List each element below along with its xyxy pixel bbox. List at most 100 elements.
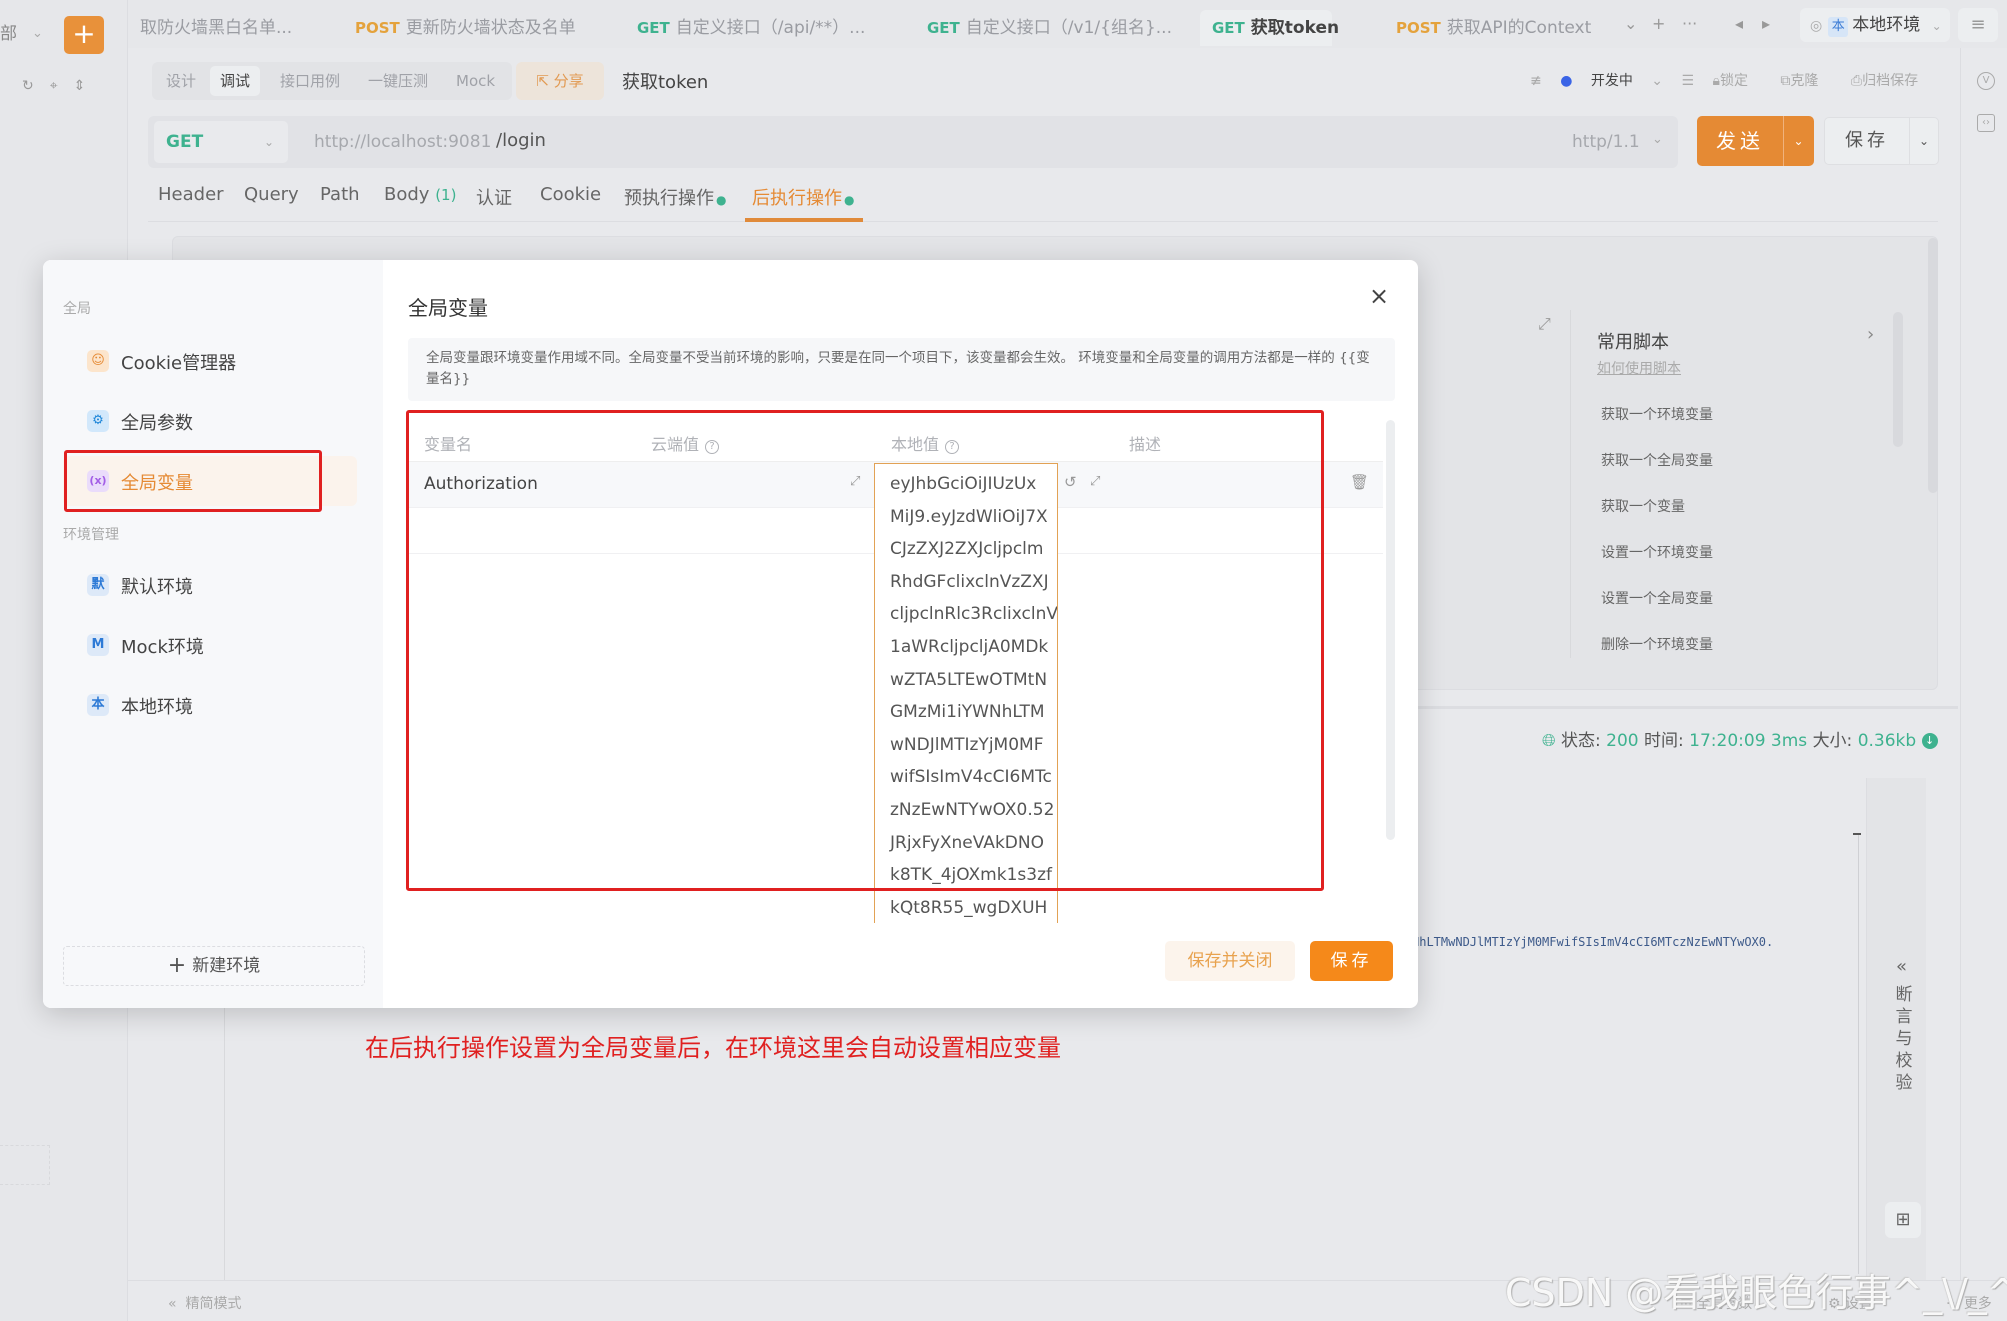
tab-item[interactable]: GET 自定义接口（/api/**）... xyxy=(625,10,877,46)
scripts-scrollbar[interactable] xyxy=(1893,312,1903,447)
more-icon[interactable]: ··· xyxy=(1682,14,1697,33)
refresh-icon[interactable]: ↻ xyxy=(22,78,50,94)
tab-case[interactable]: 接口用例 xyxy=(270,66,350,96)
method-select[interactable]: GET ⌄ xyxy=(154,121,288,163)
tab-auth[interactable]: 认证 xyxy=(476,184,512,210)
tab-query[interactable]: Query xyxy=(244,184,299,205)
chevron-down-icon: ⌄ xyxy=(1652,132,1663,147)
send-button[interactable]: 发送 ⌄ xyxy=(1697,116,1814,166)
tab-post-script[interactable]: 后执行操作 ● xyxy=(752,184,854,210)
mode-tabs: 设计 调试 接口用例 一键压测 Mock xyxy=(152,62,512,100)
save-request-button[interactable]: 保存 ⌄ xyxy=(1824,117,1939,165)
tab-body[interactable]: Body (1) xyxy=(384,184,456,205)
format-icon[interactable]: ☰ xyxy=(1682,73,1695,89)
expand-icon[interactable]: ⤢ xyxy=(1538,314,1551,334)
tab-item[interactable]: POST 更新防火墙状态及名单 xyxy=(343,10,588,46)
global-params-icon: ⚙ xyxy=(87,410,109,432)
edit-icon[interactable]: ≢ xyxy=(1530,73,1542,89)
code-icon[interactable]: ‹› xyxy=(1977,114,1995,132)
watermark: CSDN @看我眼色行事^_\/_^ xyxy=(1505,1271,2007,1315)
script-item[interactable]: 删除一个环境变量 xyxy=(1601,634,1713,654)
share-button[interactable]: ⇱ 分享 xyxy=(516,62,604,100)
new-tab-icon[interactable]: + xyxy=(1652,14,1665,33)
tab-item[interactable]: 取防火墙黑白名单... xyxy=(128,10,304,46)
chevron-down-icon[interactable]: ⌄ xyxy=(1909,118,1939,164)
download-icon[interactable]: ↓ xyxy=(1921,733,1938,749)
clone-button[interactable]: ⧉克隆 xyxy=(1780,73,1832,89)
sidebar-item-mock-env[interactable]: M Mock环境 xyxy=(63,620,357,670)
tabs-dropdown-icon[interactable]: ⌄ xyxy=(1624,14,1637,33)
script-item[interactable]: 获取一个环境变量 xyxy=(1601,404,1713,424)
script-item[interactable]: 设置一个环境变量 xyxy=(1601,542,1713,562)
status-dot: ● xyxy=(1560,73,1573,89)
env-icon: M xyxy=(87,634,109,656)
new-environment-button[interactable]: + 新建环境 xyxy=(63,946,365,986)
project-dropdown[interactable]: 部 ⌄ xyxy=(0,16,48,52)
panel-scrollbar[interactable] xyxy=(1928,238,1938,493)
sidebar-item-cookie-manager[interactable]: ☺ Cookie管理器 xyxy=(63,336,357,386)
tab-item[interactable]: POST 获取API的Context xyxy=(1384,10,1603,46)
sidebar-item-local-env[interactable]: 本 本地环境 xyxy=(63,680,357,730)
divider xyxy=(224,1000,225,1280)
version-icon[interactable]: V xyxy=(1977,72,1995,90)
url-path-input[interactable]: /login xyxy=(496,130,546,151)
add-button[interactable]: + xyxy=(64,16,104,54)
script-item[interactable]: 获取一个变量 xyxy=(1601,496,1685,516)
script-item[interactable]: 设置一个全局变量 xyxy=(1601,588,1713,608)
save-and-close-button[interactable]: 保存并关闭 xyxy=(1165,941,1295,981)
expand-icon[interactable]: ⇕ xyxy=(74,78,102,94)
divider-handle[interactable] xyxy=(1853,833,1861,835)
sidebar-item-global-params[interactable]: ⚙ 全局参数 xyxy=(63,396,357,446)
menu-icon[interactable]: ≡ xyxy=(1958,8,1998,42)
chevron-down-icon: ⌄ xyxy=(1931,19,1942,33)
how-to-use-link[interactable]: 如何使用脚本 xyxy=(1597,358,1681,378)
locate-icon[interactable]: ⌖ xyxy=(50,78,74,94)
response-body-snippet: NhLTMwNDJlMTIzYjM0MFwifSIsImV4cCI6MTczNz… xyxy=(1412,935,1774,949)
status-dot: ● xyxy=(716,193,727,207)
collapse-icon[interactable]: « xyxy=(1896,956,1907,977)
next-tab-icon[interactable]: ▸ xyxy=(1762,14,1770,33)
save-button[interactable]: 保存 xyxy=(1310,941,1393,981)
tab-bar: 取防火墙黑白名单... POST 更新防火墙状态及名单 GET 自定义接口（/api… xyxy=(128,0,2007,48)
endpoint-toolbar: ≢ ● 开发中 ⌄ ☰ 🔒︎锁定 ⧉克隆 ⎙归档保存 xyxy=(1530,70,1946,90)
dialog-title: 全局变量 xyxy=(408,296,488,320)
globe-icon: 🌐︎ xyxy=(1542,731,1556,751)
tab-stress[interactable]: 一键压测 xyxy=(358,66,438,96)
layout-icon[interactable]: ⊞ xyxy=(1885,1202,1921,1238)
chevron-right-icon[interactable]: › xyxy=(1867,324,1874,345)
annotation-text: 在后执行操作设置为全局变量后，在环境这里会自动设置相应变量 xyxy=(365,1034,1061,1062)
dialog-sidebar: 全局 ☺ Cookie管理器 ⚙ 全局参数 (x) 全局变量 环境管理 默 默认… xyxy=(43,260,383,1008)
assertion-label[interactable]: 断言与校验 xyxy=(1894,984,1914,1094)
protocol-select[interactable]: http/1.1 xyxy=(1572,132,1640,152)
sidebar-placeholder xyxy=(0,1145,50,1185)
endpoint-name: 获取token xyxy=(622,72,709,93)
close-icon[interactable]: × xyxy=(1369,282,1389,310)
tab-cookie[interactable]: Cookie xyxy=(540,184,601,205)
script-item[interactable]: 获取一个全局变量 xyxy=(1601,450,1713,470)
env-icon: 默 xyxy=(87,574,109,596)
chevron-down-icon: ⌄ xyxy=(263,135,274,149)
prev-tab-icon[interactable]: ◂ xyxy=(1735,14,1743,33)
tab-mock[interactable]: Mock xyxy=(446,66,505,96)
tab-pre-script[interactable]: 预执行操作 ● xyxy=(624,184,726,210)
tab-header[interactable]: Header xyxy=(158,184,224,205)
simple-mode-button[interactable]: « 精简模式 xyxy=(168,1293,241,1313)
tab-debug[interactable]: 调试 xyxy=(210,66,261,96)
request-tabs: Header Query Path Body (1) 认证 Cookie 预执行… xyxy=(148,180,1938,222)
sidebar-item-default-env[interactable]: 默 默认环境 xyxy=(63,560,357,610)
highlight-box xyxy=(406,410,1324,891)
tab-path[interactable]: Path xyxy=(320,184,360,205)
tab-item[interactable]: GET 自定义接口（/v1/{组名}... xyxy=(915,10,1184,46)
tab-design[interactable]: 设计 xyxy=(156,66,206,96)
active-tab-indicator xyxy=(745,218,863,222)
environment-selector[interactable]: ◎ 本本地环境 ⌄ xyxy=(1800,8,1950,42)
lock-button[interactable]: 🔒︎锁定 xyxy=(1713,73,1762,89)
tab-item-active[interactable]: GET 获取token xyxy=(1200,10,1339,46)
trash-icon[interactable]: 🗑︎ xyxy=(1350,473,1369,491)
table-scrollbar[interactable] xyxy=(1386,420,1395,840)
section-label: 环境管理 xyxy=(63,527,119,543)
env-badge: 本 xyxy=(1828,17,1849,37)
archive-button[interactable]: ⎙归档保存 xyxy=(1851,73,1932,89)
status-dropdown[interactable]: ● 开发中 ⌄ xyxy=(1560,73,1663,89)
chevron-down-icon[interactable]: ⌄ xyxy=(1783,116,1814,166)
